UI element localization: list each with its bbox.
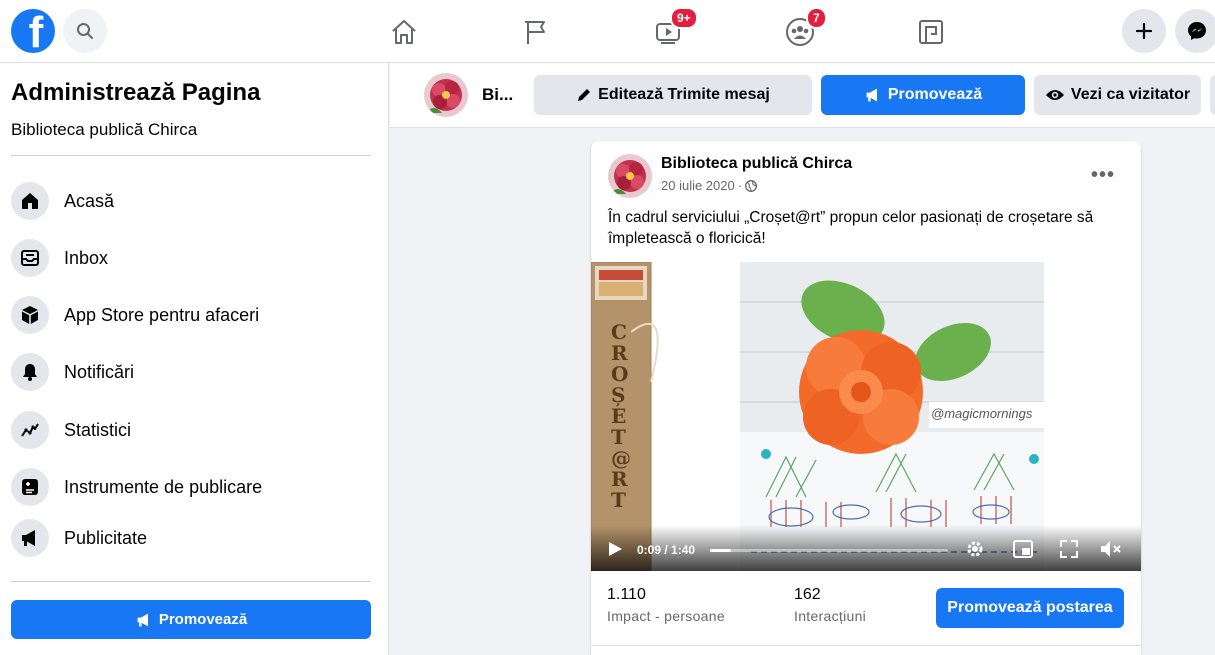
separator-dot: · bbox=[737, 178, 743, 193]
groups-badge: 7 bbox=[806, 7, 827, 29]
promote-label: Promovează bbox=[158, 611, 248, 628]
post-options-button[interactable]: ••• bbox=[1081, 161, 1125, 189]
create-button[interactable] bbox=[1122, 9, 1166, 53]
post-date[interactable]: 20 iulie 2020 · bbox=[661, 178, 758, 193]
play-icon[interactable] bbox=[607, 541, 623, 557]
search-icon bbox=[77, 23, 93, 39]
publishing-tools-icon bbox=[22, 479, 38, 495]
video-controls: 0:09 / 1:40 bbox=[591, 525, 1141, 571]
top-navigation-bar: f 9+ 7 bbox=[0, 0, 1215, 63]
gaming-icon bbox=[919, 20, 943, 44]
pencil-icon bbox=[578, 89, 591, 101]
sidebar-item-label: Inbox bbox=[64, 247, 109, 268]
megaphone-icon bbox=[866, 88, 877, 102]
engagement-label: Interacțiuni bbox=[794, 608, 867, 624]
home-icon bbox=[22, 193, 38, 209]
nav-gaming[interactable] bbox=[911, 12, 951, 52]
sidebar-page-name[interactable]: Biblioteca publică Chirca bbox=[11, 120, 197, 140]
sidebar-item-publishing-tools[interactable]: Instrumente de publicare bbox=[11, 462, 371, 512]
page-avatar[interactable] bbox=[424, 73, 468, 117]
sidebar-promote-button[interactable]: Promovează bbox=[11, 600, 371, 639]
view-as-label: Vezi ca vizitator bbox=[1070, 86, 1191, 103]
page-action-bar: Bi... Editează Trimite mesaj Promovează … bbox=[390, 63, 1215, 128]
globe-icon bbox=[745, 179, 758, 192]
cube-icon bbox=[22, 306, 38, 324]
trend-icon-wrap bbox=[11, 411, 49, 449]
sidebar-item-label: Notificări bbox=[64, 361, 135, 382]
home-icon-wrap bbox=[11, 182, 49, 220]
sidebar-item-label: Acasă bbox=[64, 190, 115, 211]
video-watermark: @magicmornings bbox=[931, 406, 1033, 421]
fullscreen-icon[interactable] bbox=[1060, 540, 1078, 558]
sidebar-item-inbox[interactable]: Inbox bbox=[11, 233, 371, 283]
reach-label: Impact - persoane bbox=[607, 608, 725, 624]
video-vertical-title: CROȘET@RT bbox=[611, 320, 631, 512]
video-progress-track[interactable] bbox=[710, 549, 948, 552]
trend-icon bbox=[21, 423, 39, 437]
search-button[interactable] bbox=[63, 9, 107, 53]
post-date-text: 20 iulie 2020 bbox=[661, 178, 735, 193]
bell-icon-wrap bbox=[11, 353, 49, 391]
megaphone-icon bbox=[137, 613, 148, 626]
settings-icon[interactable] bbox=[965, 539, 985, 559]
view-as-visitor-button[interactable]: Vezi ca vizitator bbox=[1034, 75, 1201, 115]
nav-watch[interactable]: 9+ bbox=[648, 7, 698, 52]
inbox-icon-wrap bbox=[11, 239, 49, 277]
watch-badge: 9+ bbox=[670, 7, 698, 29]
sidebar-item-advertising[interactable]: Publicitate bbox=[11, 513, 371, 563]
boost-post-button[interactable]: Promovează postarea bbox=[936, 588, 1124, 628]
video-time: 0:09 / 1:40 bbox=[637, 543, 696, 557]
page-name-short[interactable]: Bi... bbox=[482, 85, 513, 105]
sidebar-item-label: App Store pentru afaceri bbox=[64, 304, 260, 325]
home-icon bbox=[392, 20, 416, 44]
video-progress-fill bbox=[710, 549, 732, 552]
plus-icon bbox=[1135, 22, 1153, 40]
megaphone-icon bbox=[22, 530, 35, 546]
eye-icon bbox=[1045, 90, 1064, 100]
mute-icon[interactable] bbox=[1100, 540, 1122, 558]
nav-home[interactable] bbox=[384, 12, 424, 52]
more-actions-button[interactable] bbox=[1210, 75, 1215, 115]
flag-icon bbox=[525, 21, 545, 44]
post-video[interactable]: CROȘET@RT @magicmornings 0:09 / 1:40 bbox=[591, 262, 1141, 571]
sidebar-item-label: Statistici bbox=[64, 419, 132, 440]
post-text: În cadrul serviciului „Croșet@rt” propun… bbox=[608, 209, 1094, 247]
nav-pages[interactable] bbox=[516, 12, 556, 52]
sidebar-title: Administrează Pagina bbox=[11, 79, 261, 106]
post-card: Biblioteca publică Chirca 20 iulie 2020 … bbox=[591, 141, 1141, 655]
bell-icon bbox=[23, 364, 37, 381]
sidebar-item-app-store[interactable]: App Store pentru afaceri bbox=[11, 290, 371, 340]
post-stats: 1.110 Impact - persoane 162 Interacțiuni… bbox=[591, 571, 1141, 646]
megaphone-icon-wrap bbox=[11, 519, 49, 557]
nav-groups[interactable]: 7 bbox=[780, 7, 827, 52]
edit-send-message-button[interactable]: Editează Trimite mesaj bbox=[534, 75, 812, 115]
messenger-icon bbox=[1188, 22, 1206, 40]
post-author-avatar[interactable] bbox=[608, 154, 652, 198]
inbox-icon bbox=[21, 250, 39, 266]
facebook-logo[interactable]: f bbox=[11, 9, 55, 53]
flower-avatar-image bbox=[424, 73, 468, 117]
divider bbox=[11, 581, 371, 582]
flower-avatar-image bbox=[608, 154, 652, 198]
post-author-name[interactable]: Biblioteca publică Chirca bbox=[661, 155, 852, 173]
sidebar-item-label: Instrumente de publicare bbox=[64, 476, 263, 497]
divider bbox=[11, 155, 371, 156]
cube-icon-wrap bbox=[11, 296, 49, 334]
engagement-value: 162 bbox=[794, 586, 821, 603]
sidebar-item-notifications[interactable]: Notificări bbox=[11, 347, 371, 397]
promote-button[interactable]: Promovează bbox=[821, 75, 1025, 115]
publishing-tools-icon-wrap bbox=[11, 468, 49, 506]
promote-label: Promovează bbox=[887, 86, 983, 103]
sidebar-item-insights[interactable]: Statistici bbox=[11, 405, 371, 455]
edit-label: Editează Trimite mesaj bbox=[598, 86, 770, 103]
picture-in-picture-icon[interactable] bbox=[1013, 540, 1033, 558]
sidebar-item-home[interactable]: Acasă bbox=[11, 176, 371, 226]
sidebar-item-label: Publicitate bbox=[64, 527, 148, 548]
manage-page-sidebar: Administrează Pagina Biblioteca publică … bbox=[0, 63, 389, 655]
reach-value: 1.110 bbox=[607, 586, 646, 603]
messenger-button[interactable] bbox=[1175, 9, 1215, 53]
